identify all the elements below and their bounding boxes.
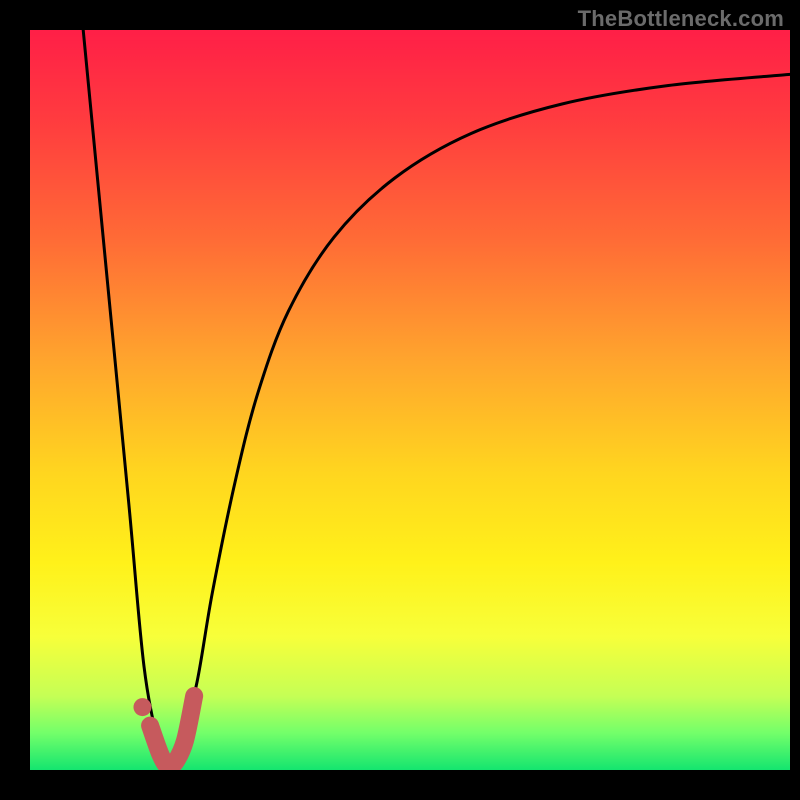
chart-frame: TheBottleneck.com — [0, 0, 800, 800]
watermark-text: TheBottleneck.com — [578, 6, 784, 32]
plot-area — [30, 30, 790, 771]
highlight-dot — [133, 698, 151, 716]
bottleneck-chart — [0, 0, 800, 800]
